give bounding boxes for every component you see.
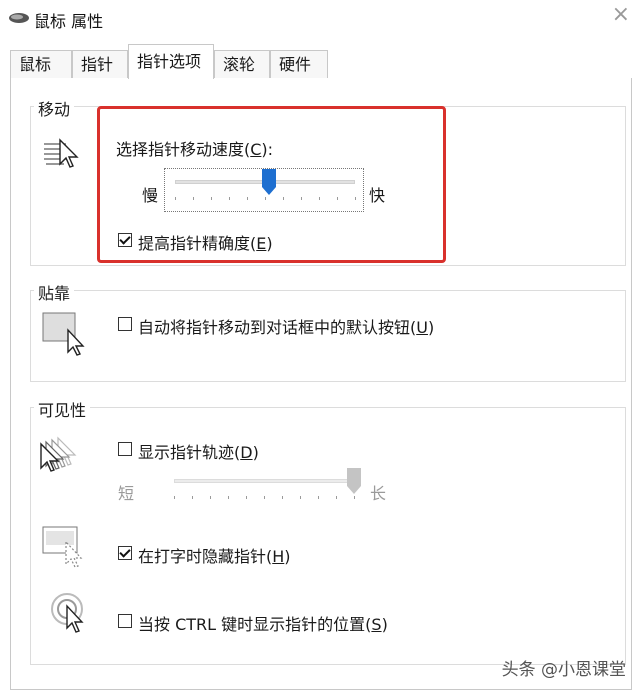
close-icon[interactable]: ×: [612, 2, 630, 27]
tab-strip: 鼠标键 指针 指针选项 滚轮 硬件: [0, 44, 640, 102]
visibility-group-title: 可见性: [34, 397, 91, 421]
trails-slider-thumb[interactable]: [347, 468, 361, 494]
tab-wheel[interactable]: 滚轮: [214, 50, 270, 78]
snap-label-text: 自动将指针移动到对话框中的默认按钮(: [138, 318, 417, 337]
slider-tick: [300, 496, 301, 499]
hide-while-typing-checkbox[interactable]: [118, 546, 132, 560]
hide-pointer-icon: [42, 524, 90, 574]
tab-pointers[interactable]: 指针: [72, 50, 128, 78]
ctrl-label-end: ): [381, 615, 388, 634]
slider-tick: [318, 496, 319, 499]
trails-checkbox[interactable]: [118, 442, 132, 456]
pointer-trails-icon: [40, 436, 92, 480]
slider-tick: [228, 496, 229, 499]
window-title: 鼠标 属性: [34, 12, 104, 31]
ctrl-locate-checkbox[interactable]: [118, 614, 132, 628]
tab-hardware[interactable]: 硬件: [270, 50, 328, 78]
slider-tick: [282, 496, 283, 499]
trails-label-text: 显示指针轨迹(: [138, 443, 241, 462]
trails-label[interactable]: 显示指针轨迹(D): [138, 439, 259, 463]
slider-tick: [174, 496, 175, 499]
snap-checkbox[interactable]: [118, 317, 132, 331]
tab-pointer-options[interactable]: 指针选项: [128, 44, 214, 79]
short-label: 短: [118, 484, 135, 503]
slider-tick: [210, 496, 211, 499]
snap-label[interactable]: 自动将指针移动到对话框中的默认按钮(U): [138, 314, 434, 338]
ctrl-label-text: 当按 CTRL 键时显示指针的位置(: [138, 615, 372, 634]
slider-tick: [246, 496, 247, 499]
hide-mnemonic: H: [272, 547, 285, 566]
ctrl-locate-icon: [50, 592, 92, 640]
snap-group-title: 贴靠: [34, 280, 75, 304]
motion-group-title: 移动: [34, 96, 75, 120]
title-bar: 鼠标 属性 ×: [0, 0, 640, 38]
slider-tick: [354, 496, 355, 499]
ctrl-mnemonic: S: [371, 615, 382, 634]
trails-slider[interactable]: [164, 468, 364, 504]
highlight-box: [97, 106, 446, 263]
trails-mnemonic: D: [240, 443, 253, 462]
mouse-icon: [8, 10, 30, 29]
pointer-speed-icon: [40, 136, 84, 176]
slider-tick: [264, 496, 265, 499]
long-label: 长: [370, 484, 387, 503]
slider-tick: [192, 496, 193, 499]
slider-tick: [336, 496, 337, 499]
snap-mnemonic: U: [416, 318, 428, 337]
hide-label-text: 在打字时隐藏指针(: [138, 547, 273, 566]
hide-while-typing-label[interactable]: 在打字时隐藏指针(H): [138, 543, 291, 567]
trails-slider-track: [174, 479, 354, 483]
ctrl-locate-label[interactable]: 当按 CTRL 键时显示指针的位置(S): [138, 611, 388, 635]
watermark: 头条 @小恩课堂: [501, 660, 626, 680]
snap-label-end: ): [427, 318, 435, 337]
snap-to-icon: [42, 312, 90, 360]
tab-buttons[interactable]: 鼠标键: [10, 50, 72, 102]
trails-label-end: ): [252, 443, 259, 462]
hide-label-end: ): [284, 547, 291, 566]
